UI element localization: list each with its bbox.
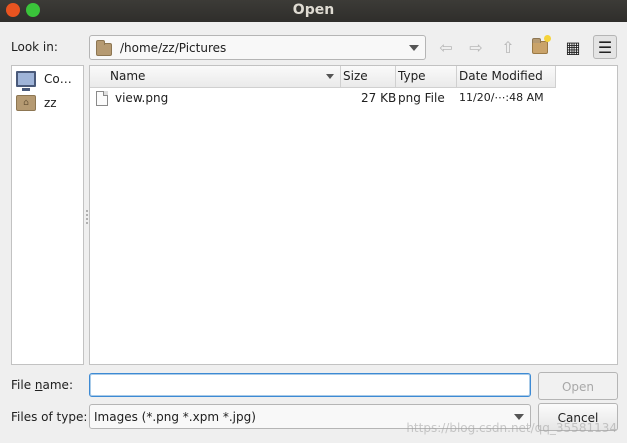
window-title: Open: [292, 2, 335, 18]
sidebar: Co… ⌂ zz: [11, 65, 84, 365]
file-name-cell: view.png: [115, 91, 169, 105]
back-arrow-icon[interactable]: ⇦: [434, 35, 458, 59]
file-date-cell: 11/20/⋯:48 AM: [459, 91, 544, 104]
sidebar-item-label: Co…: [44, 72, 72, 86]
look-in-path: /home/zz/Pictures: [120, 40, 227, 55]
forward-arrow-icon[interactable]: ⇨: [464, 35, 488, 59]
file-list: Name Size Type Date Modified view.png 27…: [89, 65, 618, 365]
column-header-label: Size: [343, 69, 368, 83]
new-folder-icon[interactable]: [528, 35, 552, 59]
open-button[interactable]: Open: [538, 372, 618, 400]
column-header-label: Date Modified: [459, 69, 543, 83]
image-file-icon: [96, 91, 108, 106]
sidebar-item-label: zz: [44, 96, 57, 110]
column-header-size[interactable]: Size: [341, 66, 396, 88]
look-in-combo[interactable]: /home/zz/Pictures: [89, 35, 426, 60]
sparkle-icon: [544, 35, 551, 42]
home-folder-icon: ⌂: [16, 95, 36, 111]
detail-view-icon[interactable]: ☰: [593, 35, 617, 59]
file-name-label: File name:: [11, 378, 73, 392]
table-row[interactable]: view.png 27 KB png File 11/20/⋯:48 AM: [90, 89, 617, 109]
file-type-label: Files of type:: [11, 410, 88, 424]
column-header-label: Name: [110, 69, 146, 83]
title-bar: Open: [0, 0, 627, 22]
sidebar-item-home[interactable]: ⌂ zz: [16, 95, 57, 111]
column-header-label: Type: [398, 69, 426, 83]
up-arrow-icon[interactable]: ⇧: [496, 35, 520, 59]
chevron-down-icon: [409, 44, 419, 51]
file-type-cell: png File: [398, 91, 445, 105]
folder-icon: [96, 39, 112, 56]
sort-down-icon: [326, 74, 334, 79]
look-in-label: Look in:: [11, 40, 58, 54]
column-header-name[interactable]: Name: [90, 66, 341, 88]
new-folder-glyph: [532, 37, 548, 54]
column-header-date[interactable]: Date Modified: [457, 66, 556, 88]
list-view-icon[interactable]: ▦: [561, 35, 585, 59]
column-header-type[interactable]: Type: [396, 66, 457, 88]
computer-icon: [16, 71, 36, 91]
file-name-input[interactable]: [89, 373, 531, 397]
splitter-handle[interactable]: [86, 210, 88, 224]
watermark: https://blog.csdn.net/qq_35581134: [406, 421, 617, 435]
sidebar-item-computer[interactable]: Co…: [16, 71, 72, 91]
file-size-cell: 27 KB: [361, 91, 397, 105]
chevron-down-icon: [514, 413, 524, 420]
file-type-selected: Images (*.png *.xpm *.jpg): [94, 409, 256, 424]
